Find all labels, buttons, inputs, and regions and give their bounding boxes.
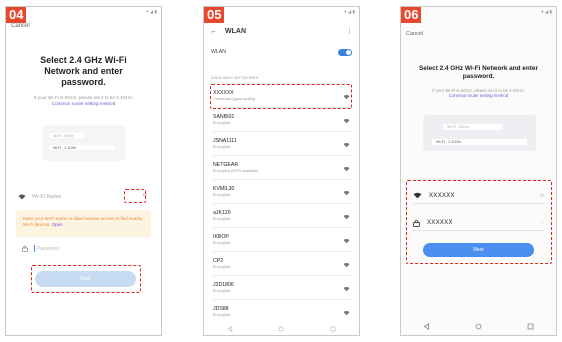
home-nav-icon[interactable] <box>278 319 284 335</box>
network-item[interactable]: KVMIL30 Encrypted <box>211 180 352 204</box>
network-status: Encrypted <box>213 217 231 221</box>
network-status: Encrypted <box>213 121 231 125</box>
status-bar: ▾ ◢ ▮ <box>344 9 355 14</box>
network-status: Encrypted <box>213 193 231 197</box>
description-text: If your Wi-Fi is 5GHz, please set it to … <box>432 88 525 93</box>
page-description: If your Wi-Fi is 5GHz, please set it to … <box>6 95 161 107</box>
page-title: Select 2.4 GHz Wi-Fi Network and enter p… <box>419 65 538 80</box>
wifi-lock-icon <box>343 231 350 249</box>
wlan-toggle-row: WLAN <box>211 47 352 57</box>
wifi-lock-icon <box>343 111 350 129</box>
network-name: aJK120 <box>213 210 231 216</box>
wifi-name-placeholder: Wi-Fi Name <box>32 194 62 200</box>
network-status: Encrypted <box>213 265 231 269</box>
network-item[interactable]: CP2 Encrypted <box>211 252 352 276</box>
wifi-icon <box>18 194 26 200</box>
router-illustration: Wi-Fi - 5GHz Wi-Fi - 2.4GHz <box>423 115 536 151</box>
network-status: Encrypted <box>213 145 231 149</box>
network-text: aJK120 Encrypted <box>213 210 231 221</box>
wlan-toggle[interactable] <box>338 48 352 56</box>
network-name: CP2 <box>213 258 224 264</box>
warning-text: Enter your Wi-Fi name or allow location … <box>23 216 143 227</box>
network-name: JDS88 <box>213 306 229 312</box>
phone-screen-04: 04 ▾ ◢ ▮ Cancel Select 2.4 GHz Wi-Fi Net… <box>5 6 162 336</box>
status-bar: ▾ ◢ ▮ <box>146 9 157 14</box>
network-item[interactable]: aJK120 Encrypted <box>211 204 352 228</box>
page-description: If your Wi-Fi is 5GHz, please set it to … <box>401 88 556 99</box>
phone-screen-06: 06 ▾ ◢ ▮ Cancel Select 2.4 GHz Wi-Fi Net… <box>400 6 557 336</box>
password-placeholder: Password <box>37 245 59 252</box>
description-text: If your Wi-Fi is 5GHz, please set it to … <box>33 95 134 100</box>
wifi-lock-icon <box>343 183 350 201</box>
network-text: JDS88 Encrypted <box>213 306 230 317</box>
step-badge: 06 <box>401 7 422 23</box>
highlight-switch <box>124 189 146 203</box>
router-method-link[interactable]: Common router setting method <box>449 93 508 98</box>
network-name: KVMIL30 <box>213 186 235 192</box>
network-name: JSNA1111 <box>213 138 237 144</box>
highlight-next <box>31 265 141 293</box>
network-text: JSNA1111 Encrypted <box>213 138 237 149</box>
network-text: IKBOP Encrypted <box>213 234 230 245</box>
open-location-link[interactable]: Open <box>52 222 63 227</box>
highlight-connected-network <box>210 84 352 109</box>
router-bar-24ghz: Wi-Fi - 2.4GHz <box>432 139 527 145</box>
page-title: Select 2.4 GHz Wi-Fi Network and enter p… <box>40 55 127 87</box>
network-list: XXXXXX Connected (good quality) SANBI01 Enc… <box>211 84 352 324</box>
network-item[interactable]: NETGEAR Encrypted (WPS available) <box>211 156 352 180</box>
network-status: Encrypted <box>213 313 231 317</box>
network-name: IKBOP <box>213 234 229 240</box>
back-nav-icon[interactable] <box>423 317 430 335</box>
wifi-lock-icon <box>343 207 350 225</box>
section-header: AVAILABLE NETWORKS <box>211 75 259 80</box>
network-name: NETGEAR <box>213 162 239 168</box>
cancel-link[interactable]: Cancel <box>406 31 423 37</box>
phone-screen-05: 05 ▾ ◢ ▮ ← WLAN ⋮ WLAN AVAILABLE NETWORK… <box>203 6 360 336</box>
back-arrow-icon[interactable]: ← <box>210 28 217 35</box>
network-item[interactable]: J2D1806 Encrypted <box>211 276 352 300</box>
nav-bar <box>204 321 359 335</box>
more-options-icon[interactable]: ⋮ <box>346 27 353 35</box>
wifi-lock-icon <box>343 159 350 177</box>
network-name: J2D1806 <box>213 282 234 288</box>
network-text: KVMIL30 Encrypted <box>213 186 234 197</box>
wifi-lock-icon <box>343 255 350 273</box>
step-badge: 04 <box>6 7 27 23</box>
recent-nav-icon[interactable] <box>527 317 534 335</box>
nav-bar <box>401 317 556 335</box>
wlan-title: WLAN <box>225 27 246 35</box>
wifi-lock-icon <box>343 303 350 321</box>
password-field[interactable]: Password <box>22 243 145 254</box>
router-bar-5ghz: Wi-Fi - 5GHz <box>443 124 503 130</box>
network-item[interactable]: SANBI01 Encrypted <box>211 108 352 132</box>
network-item[interactable]: JSNA1111 Encrypted <box>211 132 352 156</box>
router-bar-5ghz: Wi-Fi - 5GHz <box>49 133 85 138</box>
wifi-lock-icon <box>343 279 350 297</box>
home-nav-icon[interactable] <box>475 317 482 335</box>
network-status: Encrypted (WPS available) <box>213 169 259 173</box>
network-text: NETGEAR Encrypted (WPS available) <box>213 162 258 173</box>
router-bar-24ghz: Wi-Fi - 2.4GHz <box>49 145 115 150</box>
step-badge: 05 <box>204 7 225 23</box>
network-text: CP2 Encrypted <box>213 258 230 269</box>
wlan-header: ← WLAN ⋮ <box>210 25 353 37</box>
network-text: SANBI01 Encrypted <box>213 114 234 125</box>
recent-nav-icon[interactable] <box>330 319 336 335</box>
highlight-credentials <box>406 180 552 264</box>
router-illustration: Wi-Fi - 5GHz Wi-Fi - 2.4GHz <box>42 125 126 161</box>
network-text: J2D1806 Encrypted <box>213 282 234 293</box>
network-status: Encrypted <box>213 289 231 293</box>
back-nav-icon[interactable] <box>227 319 233 335</box>
text-cursor <box>34 245 35 252</box>
network-status: Encrypted <box>213 241 231 245</box>
status-bar: ▾ ◢ ▮ <box>541 9 552 14</box>
location-warning: Enter your Wi-Fi name or allow location … <box>16 210 151 237</box>
wifi-lock-icon <box>343 135 350 153</box>
router-method-link[interactable]: Common router setting method <box>52 101 115 106</box>
network-name: SANBI01 <box>213 114 235 120</box>
wlan-label: WLAN <box>211 49 226 55</box>
network-item[interactable]: IKBOP Encrypted <box>211 228 352 252</box>
cancel-link[interactable]: Cancel <box>11 23 30 29</box>
lock-icon <box>22 245 28 252</box>
